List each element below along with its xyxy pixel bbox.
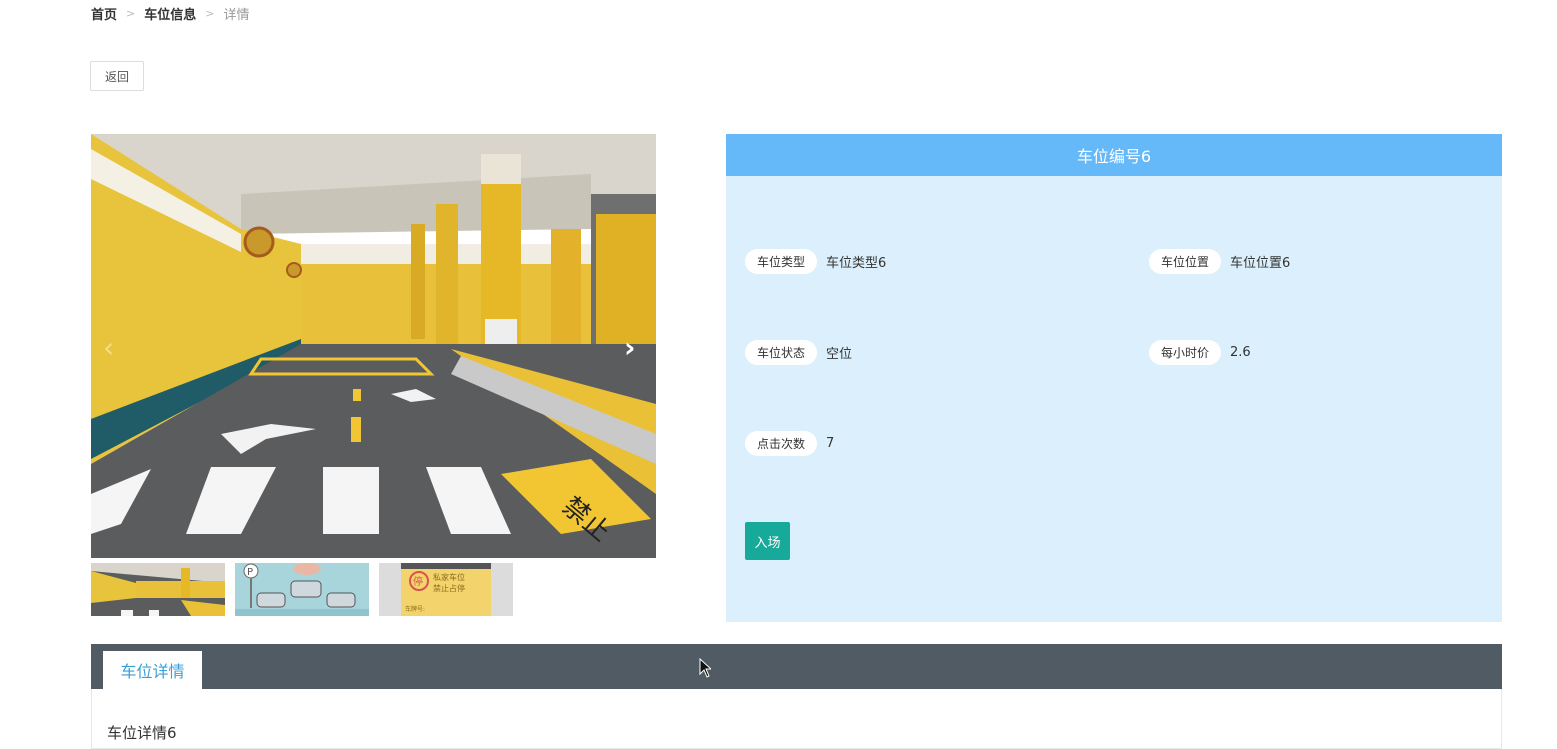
field-spot-status: 车位状态 空位 (745, 340, 852, 365)
breadcrumb-parking-info[interactable]: 车位信息 (144, 4, 196, 23)
tab-bar: 车位详情 (91, 644, 1502, 689)
svg-text:P: P (247, 567, 253, 578)
sign-line-2: 禁止占停 (433, 583, 465, 593)
field-hourly-price: 每小时价 2.6 (1149, 340, 1251, 365)
breadcrumb-separator: > (205, 7, 215, 20)
parking-garage-image: 禁止 (91, 134, 656, 558)
spot-status-value: 空位 (826, 347, 853, 362)
click-count-label: 点击次数 (745, 431, 818, 456)
spot-type-value: 车位类型6 (826, 256, 887, 271)
breadcrumb-home[interactable]: 首页 (91, 4, 117, 23)
enter-button[interactable]: 入场 (745, 522, 790, 560)
sign-line-1: 私家车位 (433, 572, 465, 582)
sign-badge-text: 停 (413, 575, 423, 588)
thumbnail-parking-illustration[interactable]: P (235, 563, 369, 616)
spot-location-label: 车位位置 (1149, 249, 1222, 274)
breadcrumb-current: 详情 (223, 8, 250, 23)
field-spot-location: 车位位置 车位位置6 (1149, 249, 1290, 274)
field-click-count: 点击次数 7 (745, 431, 834, 456)
carousel-next-icon[interactable]: › (624, 334, 636, 362)
thumbnail-strip: P 停 私家车位 禁止占停 车牌号: (91, 563, 513, 616)
breadcrumb: 首页 > 车位信息 > 详情 (91, 4, 249, 23)
spot-type-label: 车位类型 (745, 249, 818, 274)
hourly-price-label: 每小时价 (1149, 340, 1222, 365)
parking-spot-info-panel: 车位编号6 车位类型 车位类型6 车位位置 车位位置6 车位状态 空位 每小时价… (726, 134, 1502, 622)
hourly-price-value: 2.6 (1230, 345, 1251, 360)
thumbnail-parking-garage[interactable] (91, 563, 225, 616)
spot-location-value: 车位位置6 (1230, 256, 1291, 271)
spot-status-label: 车位状态 (745, 340, 818, 365)
carousel-prev-icon[interactable]: ‹ (103, 334, 114, 362)
image-carousel: 禁止 (91, 134, 656, 558)
field-spot-type: 车位类型 车位类型6 (745, 249, 886, 274)
back-button[interactable]: 返回 (90, 61, 144, 91)
tab-spot-details[interactable]: 车位详情 (103, 651, 202, 689)
tab-content: 车位详情6 (91, 689, 1502, 749)
thumbnail-private-parking-sign[interactable]: 停 私家车位 禁止占停 车牌号: (379, 563, 513, 616)
mouse-cursor-icon (699, 658, 711, 678)
breadcrumb-separator: > (126, 7, 136, 20)
spot-title: 车位编号6 (726, 134, 1502, 176)
click-count-value: 7 (826, 436, 835, 451)
sign-plate-label: 车牌号: (405, 605, 425, 613)
